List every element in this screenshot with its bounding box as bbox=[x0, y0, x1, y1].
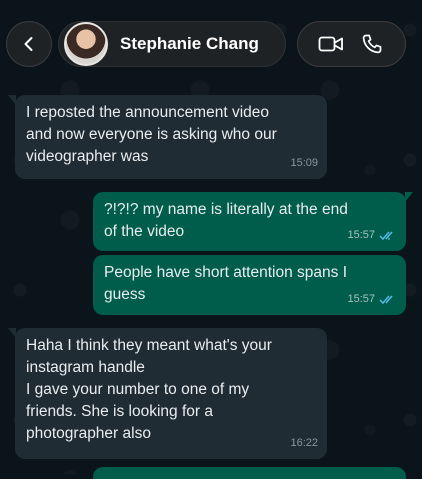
double-check-icon bbox=[379, 231, 393, 240]
message-bubble-outgoing[interactable]: People have short attention spans I gues… bbox=[93, 255, 406, 315]
message-meta: 15:57 bbox=[347, 224, 397, 246]
avatar[interactable] bbox=[64, 22, 108, 66]
message-text: Haha I think they meant what's your inst… bbox=[26, 337, 272, 442]
message-bubble-incoming[interactable]: I reposted the announcement video and no… bbox=[8, 95, 327, 179]
video-call-button[interactable] bbox=[314, 27, 348, 61]
video-camera-icon bbox=[318, 36, 343, 52]
message-time: 16:22 bbox=[290, 437, 318, 449]
message-bubble-incoming[interactable]: Haha I think they meant what's your inst… bbox=[8, 328, 327, 459]
double-check-icon bbox=[379, 295, 393, 304]
message-meta: 16:22 bbox=[290, 432, 318, 454]
message-text: I reposted the announcement video and no… bbox=[26, 104, 277, 165]
chat-header: Stephanie Chang bbox=[0, 0, 422, 86]
voice-call-button[interactable] bbox=[355, 27, 389, 61]
bubble-tail bbox=[8, 328, 16, 338]
back-button[interactable] bbox=[6, 21, 52, 67]
message-time: 15:09 bbox=[290, 157, 318, 169]
message-meta: 15:09 bbox=[290, 152, 318, 174]
message-time: 15:57 bbox=[347, 229, 375, 241]
message-bubble-outgoing-partial[interactable] bbox=[93, 467, 406, 479]
call-actions bbox=[297, 21, 406, 67]
message-time: 15:57 bbox=[347, 293, 375, 305]
chevron-left-icon bbox=[24, 37, 33, 51]
bubble-tail bbox=[8, 95, 16, 105]
contact-info-button[interactable]: Stephanie Chang bbox=[58, 21, 286, 67]
bubble-tail bbox=[405, 192, 413, 202]
phone-icon bbox=[363, 34, 382, 54]
message-meta: 15:57 bbox=[347, 288, 397, 310]
contact-name: Stephanie Chang bbox=[120, 34, 259, 53]
message-bubble-outgoing[interactable]: ?!?!? my name is literally at the end of… bbox=[93, 192, 413, 251]
